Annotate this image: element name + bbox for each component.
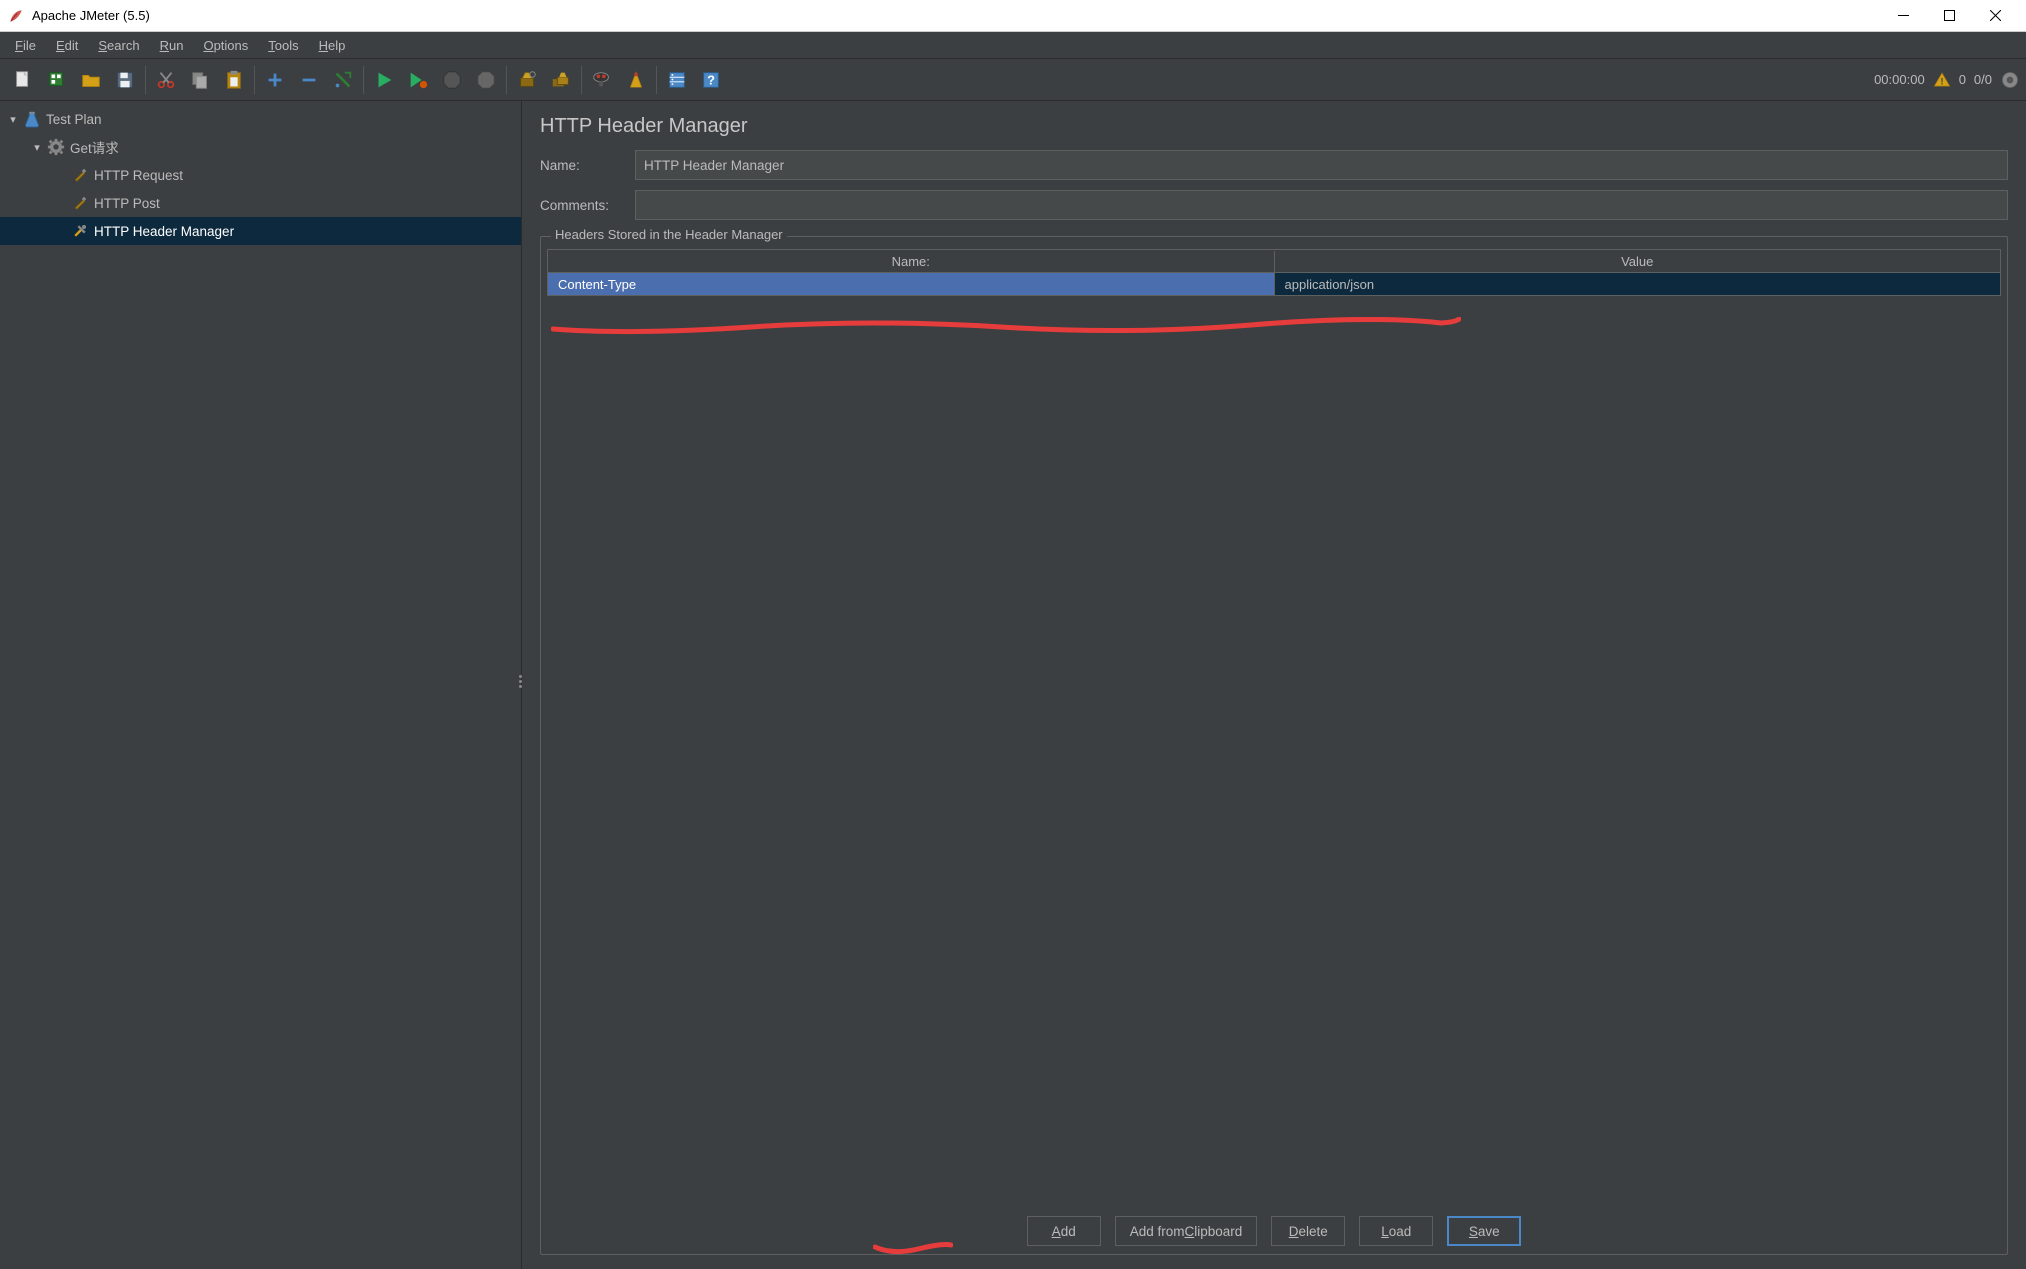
window-titlebar: Apache JMeter (5.5) bbox=[0, 0, 2026, 32]
headers-table[interactable]: Name: Value Content-Type application/jso… bbox=[547, 249, 2001, 1202]
comments-label: Comments: bbox=[540, 198, 635, 213]
new-file-icon[interactable] bbox=[7, 64, 39, 96]
column-header-name[interactable]: Name: bbox=[548, 251, 1275, 272]
save-icon[interactable] bbox=[109, 64, 141, 96]
function-icon[interactable] bbox=[620, 64, 652, 96]
tools-icon bbox=[70, 221, 90, 241]
tree-label: Get请求 bbox=[70, 137, 119, 157]
elapsed-timer: 00:00:00 bbox=[1874, 72, 1925, 87]
clear-icon[interactable] bbox=[511, 64, 543, 96]
menu-file[interactable]: File bbox=[6, 35, 45, 56]
add-from-clipboard-button[interactable]: Add from Clipboard bbox=[1115, 1216, 1258, 1246]
open-file-icon[interactable] bbox=[75, 64, 107, 96]
clear-all-icon[interactable] bbox=[545, 64, 577, 96]
help-icon[interactable]: ? bbox=[695, 64, 727, 96]
chevron-down-icon[interactable]: ▾ bbox=[6, 113, 20, 126]
svg-text:?: ? bbox=[707, 72, 715, 87]
error-count: 0 bbox=[1959, 72, 1966, 87]
add-button[interactable]: Add bbox=[1027, 1216, 1101, 1246]
header-name-cell[interactable]: Content-Type bbox=[548, 273, 1275, 295]
menu-tools[interactable]: Tools bbox=[259, 35, 307, 56]
editor-panel: HTTP Header Manager Name: Comments: Head… bbox=[522, 101, 2026, 1269]
run-icon[interactable] bbox=[368, 64, 400, 96]
tree-label: HTTP Post bbox=[94, 196, 160, 211]
svg-text:!: ! bbox=[1940, 76, 1943, 86]
comments-input[interactable] bbox=[635, 190, 2008, 220]
annotation-red-underline bbox=[551, 317, 1461, 337]
tree-node-testplan[interactable]: ▾ Test Plan bbox=[0, 105, 521, 133]
fieldset-legend: Headers Stored in the Header Manager bbox=[551, 227, 787, 242]
table-row[interactable]: Content-Type application/json bbox=[548, 273, 2000, 295]
headers-fieldset: Headers Stored in the Header Manager Nam… bbox=[540, 236, 2008, 1255]
menu-bar: File Edit Search Run Options Tools Help bbox=[0, 32, 2026, 59]
paste-icon[interactable] bbox=[218, 64, 250, 96]
menu-edit[interactable]: Edit bbox=[47, 35, 87, 56]
expand-icon[interactable] bbox=[259, 64, 291, 96]
toggle-icon[interactable] bbox=[327, 64, 359, 96]
tree-label: HTTP Header Manager bbox=[94, 224, 234, 239]
stop-icon[interactable] bbox=[436, 64, 468, 96]
menu-options[interactable]: Options bbox=[194, 35, 257, 56]
load-button[interactable]: Load bbox=[1359, 1216, 1433, 1246]
name-label: Name: bbox=[540, 158, 635, 173]
button-row: Add Add from Clipboard Delete Load Save bbox=[541, 1202, 2007, 1254]
shutdown-icon[interactable] bbox=[470, 64, 502, 96]
window-minimize-button[interactable] bbox=[1880, 0, 1926, 32]
test-plan-tree[interactable]: ▾ Test Plan ▾ Get请求 HTTP Request HTTP Po… bbox=[0, 101, 522, 1269]
status-indicator-icon bbox=[2000, 70, 2020, 90]
tree-label: Test Plan bbox=[46, 112, 102, 127]
collapse-icon[interactable] bbox=[293, 64, 325, 96]
app-feather-icon bbox=[8, 8, 24, 24]
toolbar-status: 00:00:00 ! 0 0/0 bbox=[1874, 70, 2020, 90]
copy-icon[interactable] bbox=[184, 64, 216, 96]
search-icon[interactable] bbox=[586, 64, 618, 96]
tree-node-http-header-manager[interactable]: HTTP Header Manager bbox=[0, 217, 521, 245]
window-maximize-button[interactable] bbox=[1926, 0, 1972, 32]
cut-icon[interactable] bbox=[150, 64, 182, 96]
properties-icon[interactable] bbox=[661, 64, 693, 96]
menu-search[interactable]: Search bbox=[89, 35, 148, 56]
pipette-icon bbox=[70, 165, 90, 185]
pipette-icon bbox=[70, 193, 90, 213]
delete-button[interactable]: Delete bbox=[1271, 1216, 1345, 1246]
tree-node-http-request[interactable]: HTTP Request bbox=[0, 161, 521, 189]
beaker-icon bbox=[22, 109, 42, 129]
header-value-cell[interactable]: application/json bbox=[1275, 273, 2001, 295]
column-header-value[interactable]: Value bbox=[1275, 251, 2001, 272]
gear-icon bbox=[46, 137, 66, 157]
chevron-down-icon[interactable]: ▾ bbox=[30, 141, 44, 154]
tree-label: HTTP Request bbox=[94, 168, 183, 183]
tree-node-http-post[interactable]: HTTP Post bbox=[0, 189, 521, 217]
templates-icon[interactable] bbox=[41, 64, 73, 96]
toolbar: ? 00:00:00 ! 0 0/0 bbox=[0, 59, 2026, 101]
run-no-pause-icon[interactable] bbox=[402, 64, 434, 96]
window-title: Apache JMeter (5.5) bbox=[32, 8, 1880, 23]
window-close-button[interactable] bbox=[1972, 0, 2018, 32]
menu-run[interactable]: Run bbox=[151, 35, 193, 56]
warning-icon[interactable]: ! bbox=[1933, 71, 1951, 89]
thread-count: 0/0 bbox=[1974, 72, 1992, 87]
page-title: HTTP Header Manager bbox=[540, 115, 2008, 138]
menu-help[interactable]: Help bbox=[310, 35, 355, 56]
annotation-red-mark bbox=[873, 1239, 953, 1257]
name-input[interactable] bbox=[635, 150, 2008, 180]
tree-node-threadgroup[interactable]: ▾ Get请求 bbox=[0, 133, 521, 161]
save-button[interactable]: Save bbox=[1447, 1216, 1521, 1246]
